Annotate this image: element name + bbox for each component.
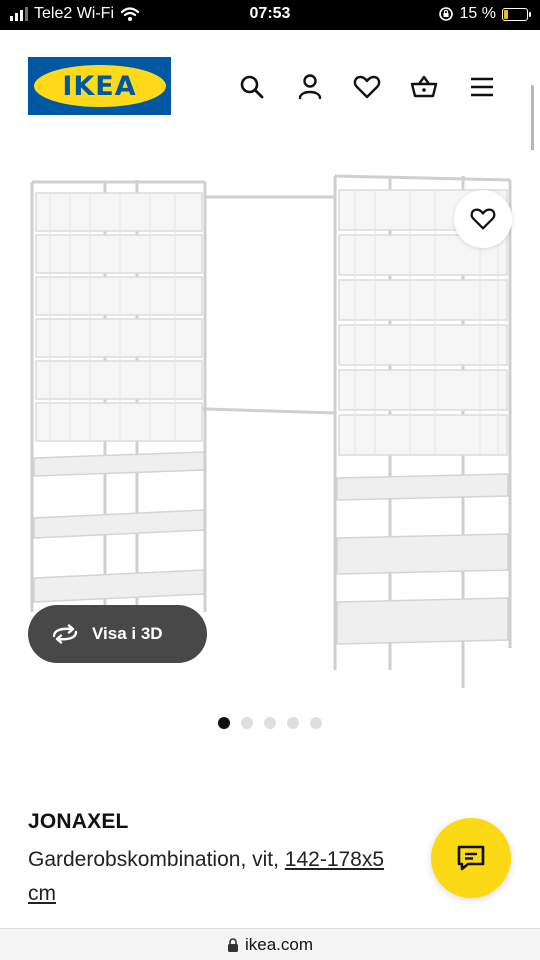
- product-description: Garderobskombination, vit, 142-178x5 cm: [28, 843, 448, 911]
- view-in-3d-button[interactable]: Visa i 3D: [28, 605, 207, 663]
- rotation-lock-icon: [438, 7, 453, 21]
- heart-icon: [470, 208, 496, 230]
- product-name: JONAXEL: [28, 810, 129, 833]
- gallery-dot[interactable]: [218, 717, 230, 729]
- menu-icon[interactable]: [467, 72, 497, 102]
- status-bar: Tele2 Wi-Fi 07:53 15 %: [0, 0, 540, 30]
- chat-icon: [457, 845, 485, 871]
- gallery-dot[interactable]: [241, 717, 253, 729]
- user-icon[interactable]: [295, 72, 325, 102]
- favorite-button[interactable]: [454, 190, 512, 248]
- gallery-dot[interactable]: [264, 717, 276, 729]
- battery-label: 15 %: [459, 5, 496, 22]
- logo-text: IKEA: [62, 70, 137, 102]
- gallery-pagination: [0, 717, 540, 729]
- gallery-dot[interactable]: [287, 717, 299, 729]
- product-size-unit[interactable]: cm: [28, 882, 56, 905]
- url-text: ikea.com: [244, 934, 314, 954]
- ikea-logo[interactable]: IKEA: [28, 57, 171, 115]
- rotate-3d-icon: [52, 624, 78, 644]
- view-in-3d-label: Visa i 3D: [92, 624, 163, 643]
- heart-icon[interactable]: [352, 72, 382, 102]
- chat-button[interactable]: [431, 818, 511, 898]
- gallery-dot[interactable]: [310, 717, 322, 729]
- product-size-link[interactable]: 142-178x5: [285, 848, 384, 871]
- search-icon[interactable]: [237, 72, 267, 102]
- product-description-text: Garderobskombination, vit,: [28, 848, 285, 871]
- battery-icon: [502, 7, 531, 21]
- browser-url-bar[interactable]: ikea.com: [0, 928, 540, 960]
- basket-icon[interactable]: [409, 72, 439, 102]
- scrollbar[interactable]: [531, 85, 534, 155]
- lock-icon: [227, 937, 238, 952]
- site-header: IKEA: [0, 30, 540, 155]
